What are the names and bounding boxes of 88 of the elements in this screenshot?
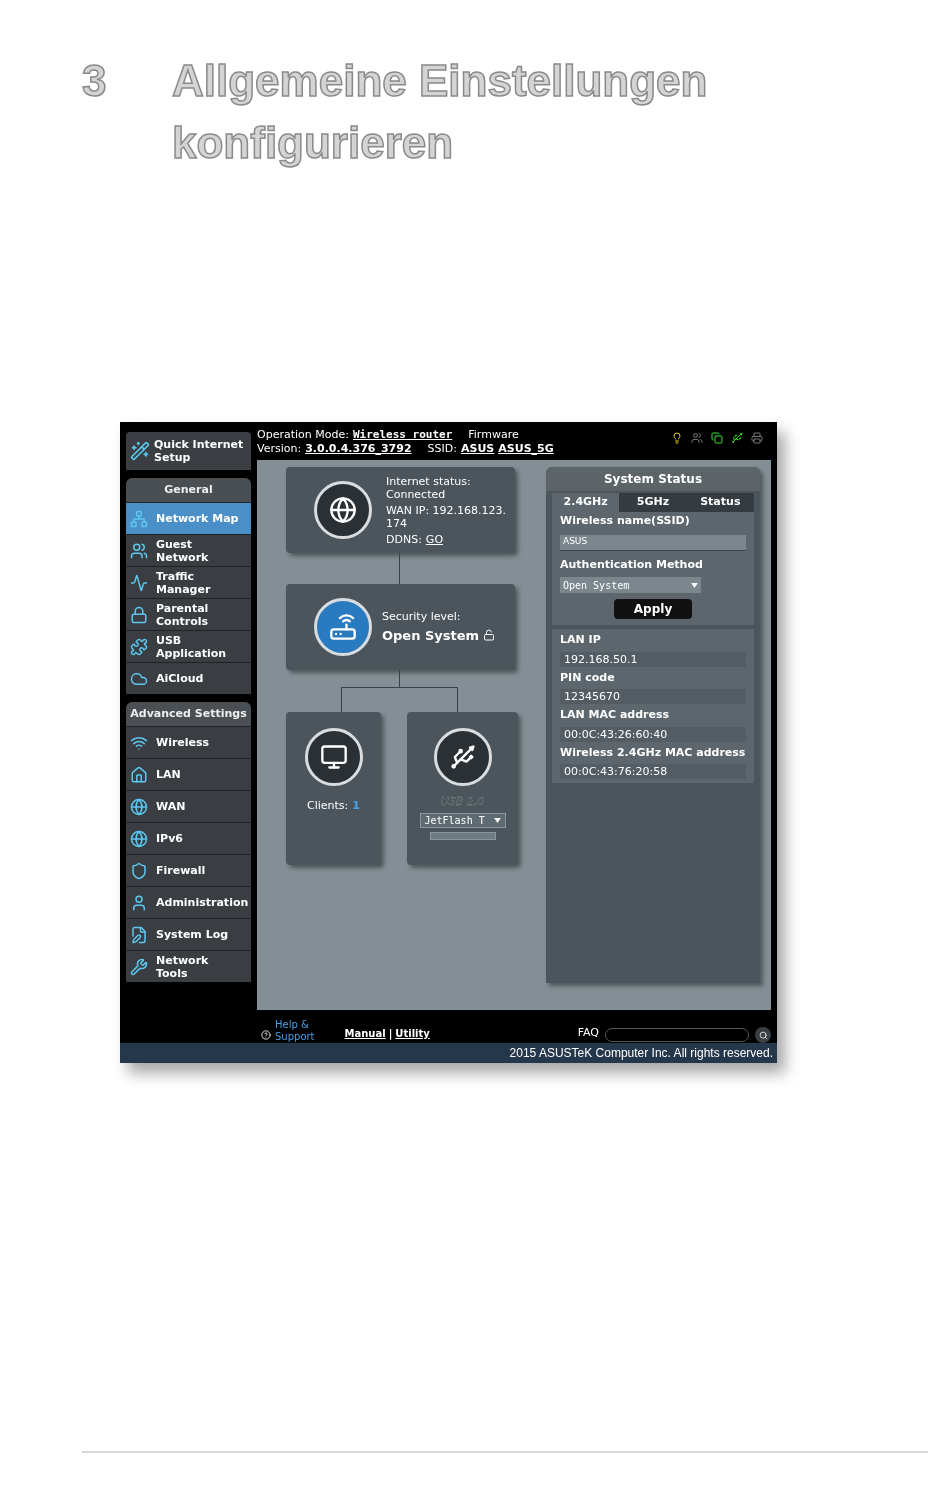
ssid-link[interactable]: ASUS_5G (498, 442, 554, 456)
manual-link[interactable]: Manual (344, 1026, 386, 1041)
operation-mode-label: Operation Mode: (257, 428, 349, 442)
globe-icon (130, 797, 148, 816)
usb-icon[interactable] (731, 432, 743, 444)
activity-icon (130, 573, 148, 592)
sidebar-item[interactable]: Firewall (126, 854, 251, 886)
pen-icon (130, 925, 148, 944)
sidebar-item[interactable]: Parental Controls (126, 598, 251, 630)
system-status-title: System Status (546, 467, 760, 491)
faq-search-field[interactable] (605, 1028, 749, 1042)
quick-setup-button[interactable]: Quick Internet Setup (126, 432, 251, 470)
printer-icon[interactable] (751, 432, 763, 444)
internet-status: Internet status: Connected (386, 474, 472, 501)
info-label: Wireless 2.4GHz MAC address (560, 744, 746, 761)
sidebar-item[interactable]: Traffic Manager (126, 566, 251, 598)
help-support-link[interactable]: Help & Support (275, 1019, 315, 1043)
router-icon (314, 598, 372, 656)
apply-button[interactable]: Apply (614, 599, 692, 619)
usb-drive-icon (433, 728, 492, 786)
version-link[interactable]: 3.0.0.4.376_3792 (305, 442, 412, 456)
sidebar-item[interactable]: LAN (126, 758, 251, 790)
auth-label: Authentication Method (560, 556, 704, 573)
info-value: 00:0C:43:76:20:58 (560, 764, 746, 779)
copyright-text: 2015 ASUSTeK Computer Inc. All rights reserved. (509, 1045, 773, 1062)
version-label: Version: (257, 442, 302, 456)
sidebar-item[interactable]: USB Application (126, 630, 251, 662)
user-icon (130, 893, 148, 912)
monitor-icon (304, 728, 363, 786)
info-value: 12345670 (560, 689, 746, 704)
network-icon (130, 509, 148, 528)
search-button[interactable] (755, 1027, 771, 1043)
info-label: LAN IP (560, 632, 602, 648)
ssid-link[interactable]: ASUS (460, 442, 495, 456)
lock-icon (130, 605, 148, 624)
section-number: 3 (82, 55, 108, 107)
info-label: PIN code (560, 669, 616, 686)
firmware-label: Firmware (468, 428, 519, 442)
caret-icon (493, 817, 501, 823)
sidebar-item[interactable]: System Log (126, 918, 251, 950)
tab[interactable]: 5GHz (619, 493, 687, 512)
bulb-icon[interactable] (671, 432, 683, 444)
security-value: Open System (382, 626, 480, 645)
help-icon (261, 1030, 271, 1040)
search-icon (758, 1030, 768, 1040)
sidebar-item[interactable]: AiCloud (126, 662, 251, 694)
caret-icon (691, 582, 698, 588)
clients-label: Clients: (307, 798, 349, 814)
sidebar-item[interactable]: IPv6 (126, 822, 251, 854)
ssid-field[interactable]: ASUS (560, 534, 746, 551)
ddns-label: DDNS: (386, 532, 422, 546)
sidebar-item[interactable]: Guest Network (126, 534, 251, 566)
connector-line (399, 553, 400, 584)
faq-label: FAQ (577, 1024, 599, 1041)
people-icon[interactable] (691, 432, 703, 444)
sidebar-item[interactable]: WAN (126, 790, 251, 822)
wand-icon (130, 441, 150, 461)
utility-link[interactable]: Utility (395, 1026, 430, 1041)
info-value: 192.168.50.1 (560, 651, 746, 667)
usb-device-select[interactable]: JetFlash T (419, 812, 506, 828)
ssid-label: SSID: (427, 442, 457, 456)
section-title: Allgemeine Einstellungen konfigurieren (172, 55, 709, 169)
unlocked-icon (483, 629, 496, 642)
security-label: Security level: (382, 609, 462, 625)
ddns-link[interactable]: GO (425, 532, 444, 546)
copy-icon[interactable] (711, 432, 723, 444)
sidebar-item[interactable]: Administration (126, 886, 251, 918)
tab[interactable]: 2.4GHz (552, 493, 620, 512)
wrench-icon (130, 957, 148, 976)
globe-icon (314, 481, 372, 539)
tab[interactable]: Status (686, 493, 754, 512)
people-icon (130, 541, 148, 560)
ssid-field-label: Wireless name(SSID) (560, 513, 691, 529)
sidebar-section-header: General (126, 478, 251, 502)
auth-select[interactable]: Open System (560, 577, 701, 593)
sidebar-section-header: Advanced Settings (126, 702, 251, 726)
puzzle-icon (130, 637, 148, 656)
house-icon (130, 765, 148, 784)
link-separator: | (388, 1027, 393, 1041)
wan-ip: WAN IP: 192.168.123.174 (386, 503, 508, 530)
sidebar-item[interactable]: Network Tools (126, 950, 251, 982)
sidebar-item[interactable]: Wireless (126, 726, 251, 758)
info-label: LAN MAC address (560, 707, 671, 723)
operation-mode-link[interactable]: Wireless router (352, 428, 453, 442)
usb-bar (429, 831, 496, 840)
info-value: 00:0C:43:26:60:40 (560, 726, 746, 742)
globe-icon (130, 829, 148, 848)
shield-icon (130, 861, 148, 880)
